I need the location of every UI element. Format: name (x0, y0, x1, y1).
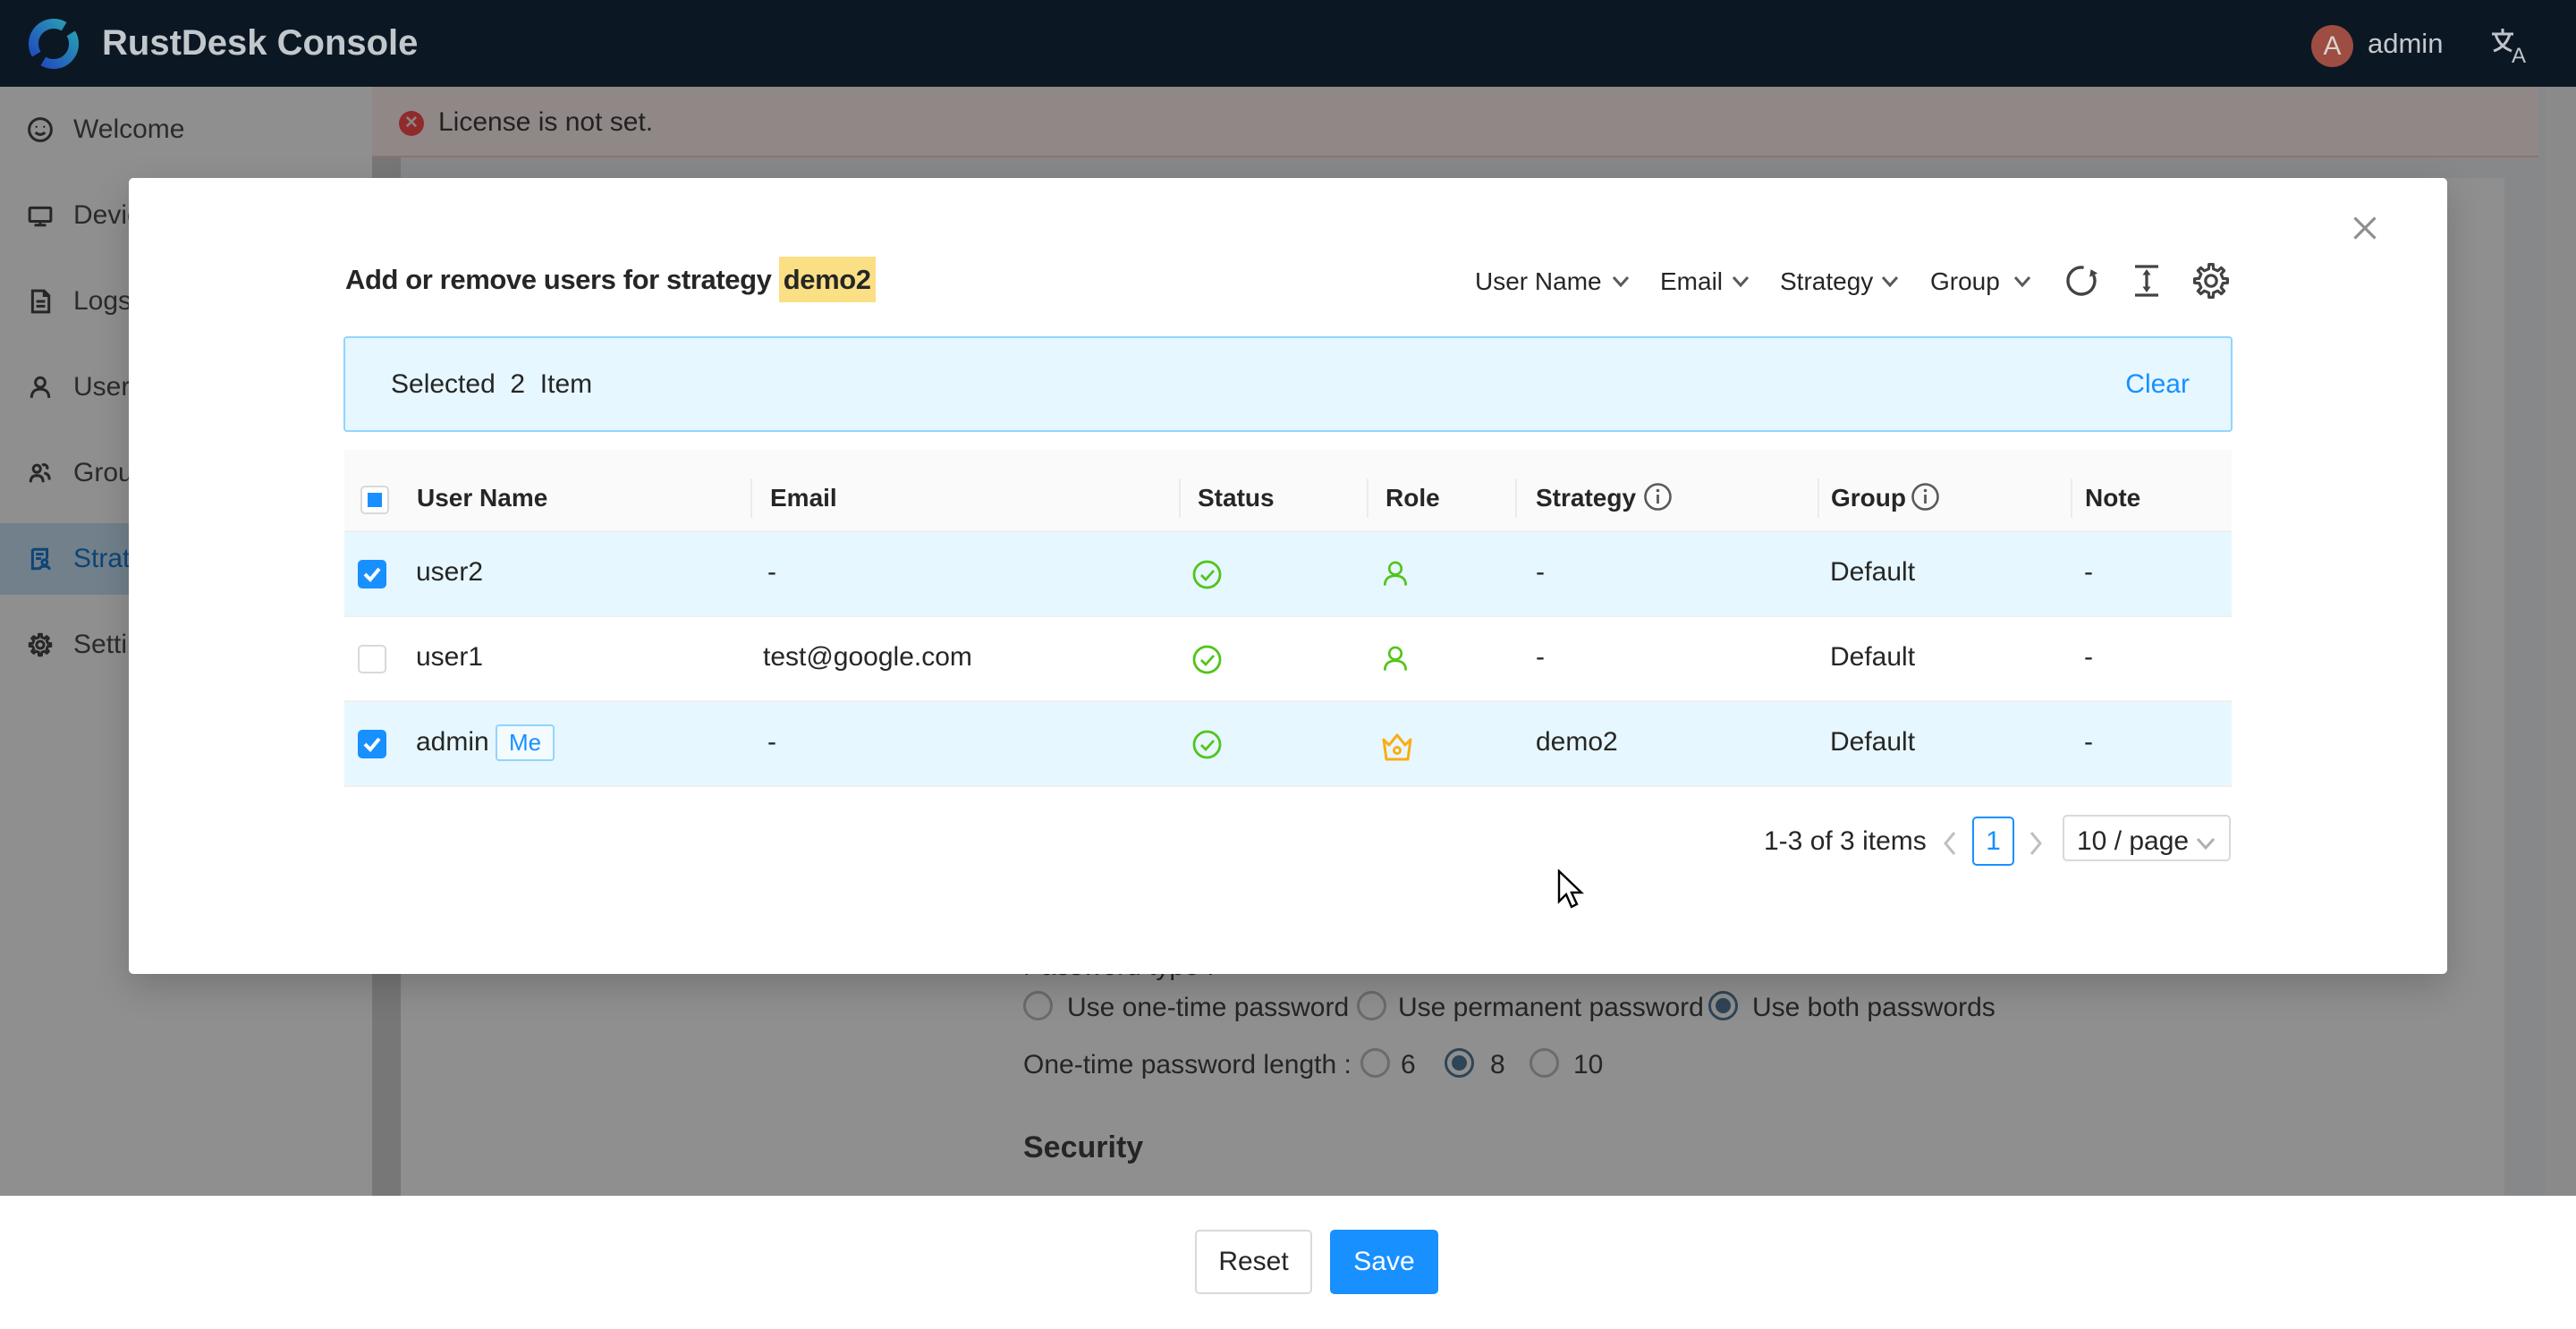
svg-text:A: A (2512, 44, 2526, 66)
